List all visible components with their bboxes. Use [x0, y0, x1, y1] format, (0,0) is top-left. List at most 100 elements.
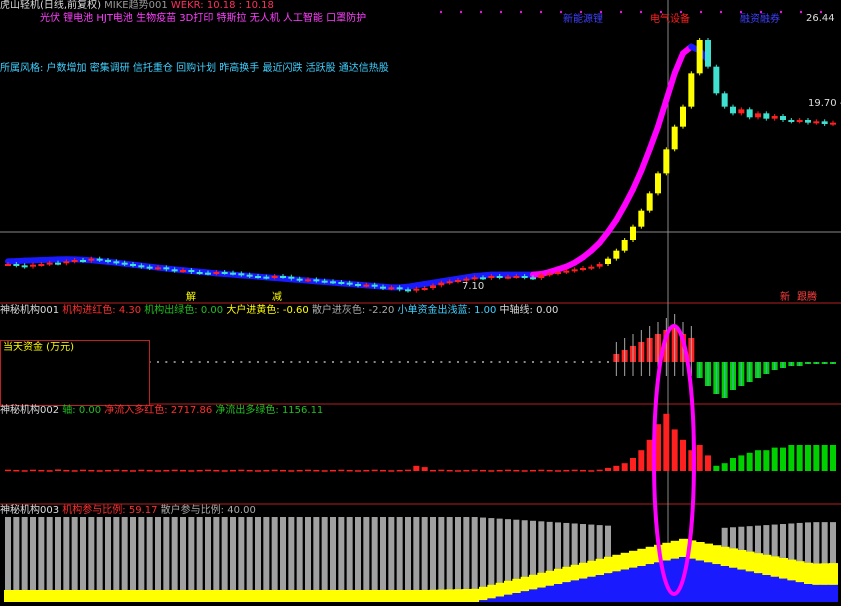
flow-dot — [207, 361, 209, 363]
net-flow-bar — [822, 445, 828, 471]
yellow-ratio-bar — [437, 590, 446, 602]
yellow-ratio-bar — [171, 590, 180, 602]
top-marker-dot — [700, 11, 702, 13]
ratio-bar — [488, 518, 494, 592]
ratio-bar — [47, 517, 53, 592]
net-flow-bar — [747, 453, 753, 471]
candle-body — [755, 113, 761, 117]
flow-dot — [599, 361, 601, 363]
flow-dot — [282, 361, 284, 363]
blue-ratio-bar — [579, 579, 588, 602]
yellow-ratio-bar — [504, 581, 513, 595]
chart-stage[interactable]: 1948超大2350大单4469中单10119小单18886净流 虎山轻机(日线… — [0, 0, 841, 602]
net-flow-bar — [72, 470, 78, 472]
panel1-item-4: 小单资金出浅蓝: 1.00 — [398, 305, 497, 316]
candle-body — [305, 279, 311, 281]
ratio-bar — [63, 517, 69, 592]
candle-body — [655, 173, 661, 193]
candle-body — [63, 261, 69, 263]
flow-dot — [465, 361, 467, 363]
net-flow-bar — [280, 470, 286, 472]
yellow-ratio-bar — [612, 555, 621, 572]
marker-xin: 新 — [780, 292, 790, 304]
net-flow-bar — [80, 470, 86, 472]
net-flow-bar — [547, 470, 553, 472]
ratio-bar — [472, 517, 478, 592]
flow-dot — [240, 361, 242, 363]
net-flow-bar — [513, 470, 519, 472]
net-flow-bar — [172, 470, 178, 472]
top-marker-dot — [460, 11, 462, 13]
flow-dot — [565, 361, 567, 363]
candle-body — [563, 271, 569, 273]
flow-dot — [390, 361, 392, 363]
candle-body — [355, 284, 361, 286]
top-marker-dot — [760, 11, 762, 13]
yellow-ratio-bar — [821, 563, 830, 585]
yellow-ratio-bar — [712, 545, 721, 564]
candle-body — [547, 273, 553, 275]
ratio-bar — [313, 517, 319, 592]
concept-line2: 所属风格: 户数增加 密集调研 信托重仓 回购计划 昨高换手 最近闪跌 活跃股 … — [0, 63, 389, 75]
net-flow-bar — [805, 445, 811, 471]
net-flow-bar — [397, 470, 403, 472]
yellow-ratio-bar — [562, 567, 571, 582]
flow-dot — [457, 361, 459, 363]
net-flow-bar — [422, 467, 428, 471]
yellow-ratio-bar — [346, 590, 355, 602]
ratio-bar — [13, 517, 19, 592]
candle-body — [280, 276, 286, 278]
candle-body — [638, 211, 644, 227]
blue-ratio-bar — [729, 568, 738, 602]
candle-body — [113, 261, 119, 263]
candle-body — [22, 265, 28, 267]
candle-body — [813, 121, 819, 123]
indicator-name: MIKE趋势001 — [104, 0, 168, 11]
net-flow-bar — [505, 470, 511, 472]
ratio-bar — [463, 517, 469, 592]
blue-ratio-bar — [521, 591, 530, 602]
flow-dot — [440, 361, 442, 363]
yellow-ratio-bar — [787, 560, 796, 581]
blue-ratio-bar — [754, 573, 763, 602]
top-marker-dot — [560, 11, 562, 13]
net-flow-bar — [730, 458, 736, 471]
marker-jian: 减 — [272, 292, 282, 304]
candle-body — [163, 267, 169, 269]
yellow-ratio-bar — [371, 590, 380, 602]
panel2-header: 神秘机构002 轴: 0.00 净流入多红色: 2717.86 净流出多绿色: … — [0, 405, 323, 417]
yellow-ratio-bar — [237, 590, 246, 602]
net-flow-bar — [597, 470, 603, 472]
net-flow-bar — [163, 470, 169, 472]
net-flow-bar — [155, 470, 161, 472]
net-flow-bar — [288, 470, 294, 472]
blue-ratio-bar — [771, 577, 780, 602]
panel1-item-0: 机构进红色: 4.30 — [62, 305, 141, 316]
yellow-ratio-bar — [404, 590, 413, 602]
ratio-bar — [205, 517, 211, 592]
candle-body — [138, 265, 144, 267]
ratio-bar — [363, 517, 369, 592]
flow-dot — [157, 361, 159, 363]
net-flow-bar — [22, 470, 28, 472]
yellow-ratio-bar — [512, 579, 521, 593]
ratio-bar — [438, 517, 444, 592]
marker-jie: 解 — [186, 292, 196, 304]
yellow-ratio-bar — [229, 590, 238, 602]
yellow-ratio-bar — [154, 590, 163, 602]
yellow-ratio-bar — [137, 590, 146, 602]
top-marker-dot — [740, 11, 742, 13]
ratio-bar — [297, 517, 303, 592]
yellow-ratio-bar — [21, 590, 30, 602]
candle-body — [130, 264, 136, 266]
stock-name: 虎山轻机(日线,前复权) — [0, 0, 101, 11]
candle-body — [347, 283, 353, 285]
net-flow-bar — [705, 455, 711, 471]
candle-body — [288, 277, 294, 279]
yellow-ratio-bar — [87, 590, 96, 602]
yellow-ratio-bar — [729, 548, 738, 567]
candle-body — [188, 270, 194, 272]
price-low-label: 7.10 — [462, 281, 484, 293]
net-flow-bar — [697, 445, 703, 471]
ratio-bar — [222, 517, 228, 592]
